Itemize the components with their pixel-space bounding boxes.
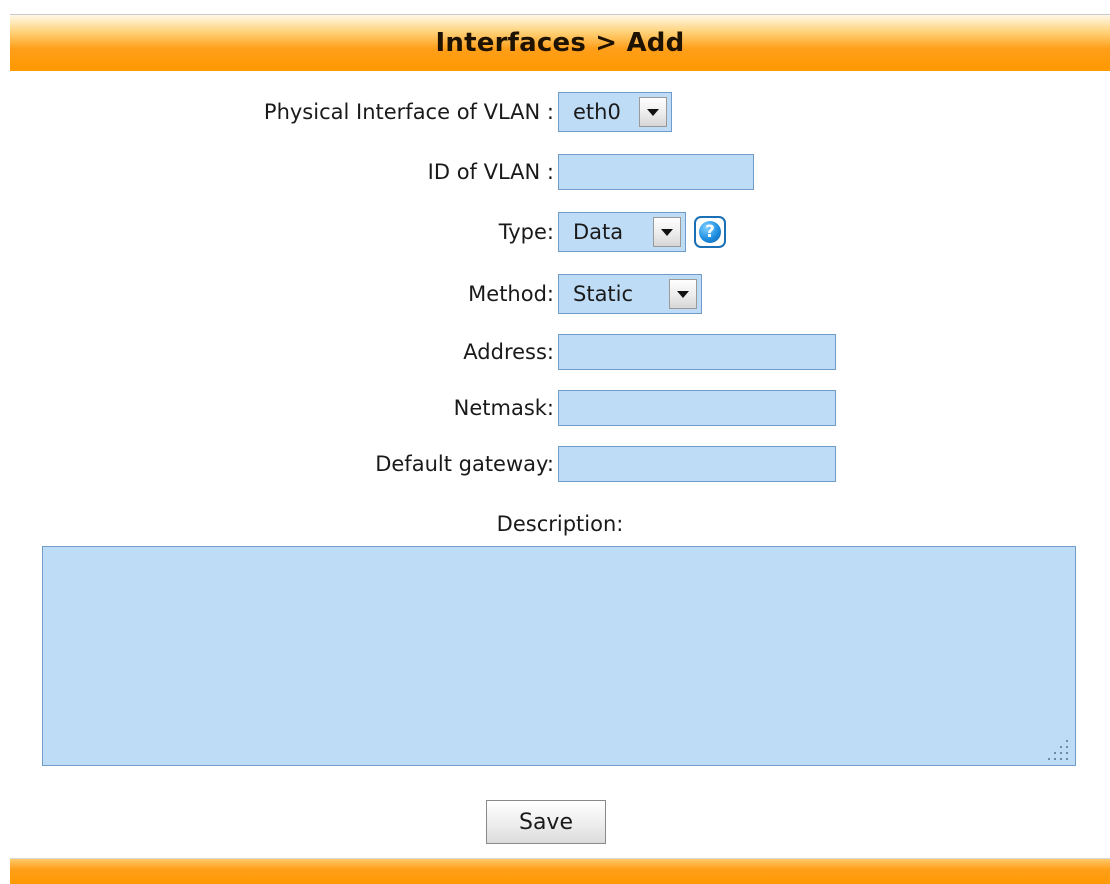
- help-question-icon[interactable]: ?: [694, 216, 726, 248]
- interfaces-add-page: Interfaces > Add Physical Interface of V…: [0, 0, 1110, 884]
- type-select[interactable]: Data: [558, 212, 686, 252]
- type-row: Type: Data ?: [0, 212, 1110, 252]
- description-textarea[interactable]: [42, 546, 1076, 766]
- address-label: Address:: [463, 340, 554, 364]
- physical-interface-value: eth0: [573, 100, 621, 124]
- netmask-row: Netmask:: [0, 388, 1110, 428]
- physical-interface-row: Physical Interface of VLAN : eth0: [0, 92, 1110, 132]
- chevron-down-icon[interactable]: [669, 279, 697, 309]
- netmask-input[interactable]: [558, 390, 836, 426]
- chevron-down-icon[interactable]: [653, 217, 681, 247]
- vlan-id-row: ID of VLAN :: [0, 152, 1110, 192]
- gateway-input[interactable]: [558, 446, 836, 482]
- page-title: Interfaces > Add: [435, 28, 685, 58]
- netmask-label: Netmask:: [453, 396, 554, 420]
- physical-interface-select[interactable]: eth0: [558, 92, 672, 132]
- description-label: Description:: [496, 512, 624, 536]
- address-row: Address:: [0, 332, 1110, 372]
- save-button[interactable]: Save: [486, 800, 606, 844]
- physical-interface-label: Physical Interface of VLAN :: [263, 100, 554, 124]
- header-bar: Interfaces > Add: [10, 14, 1110, 71]
- method-row: Method: Static: [0, 274, 1110, 314]
- vlan-id-input[interactable]: [558, 154, 754, 190]
- address-input[interactable]: [558, 334, 836, 370]
- gateway-label: Default gateway:: [375, 452, 554, 476]
- type-label: Type:: [498, 220, 554, 244]
- type-value: Data: [573, 220, 624, 244]
- method-select[interactable]: Static: [558, 274, 702, 314]
- footer-bar: [10, 858, 1110, 884]
- chevron-down-icon[interactable]: [639, 97, 667, 127]
- method-value: Static: [573, 282, 634, 306]
- gateway-row: Default gateway:: [0, 444, 1110, 484]
- vlan-id-label: ID of VLAN :: [427, 160, 554, 184]
- method-label: Method:: [468, 282, 554, 306]
- resize-grip-icon[interactable]: [1044, 734, 1072, 762]
